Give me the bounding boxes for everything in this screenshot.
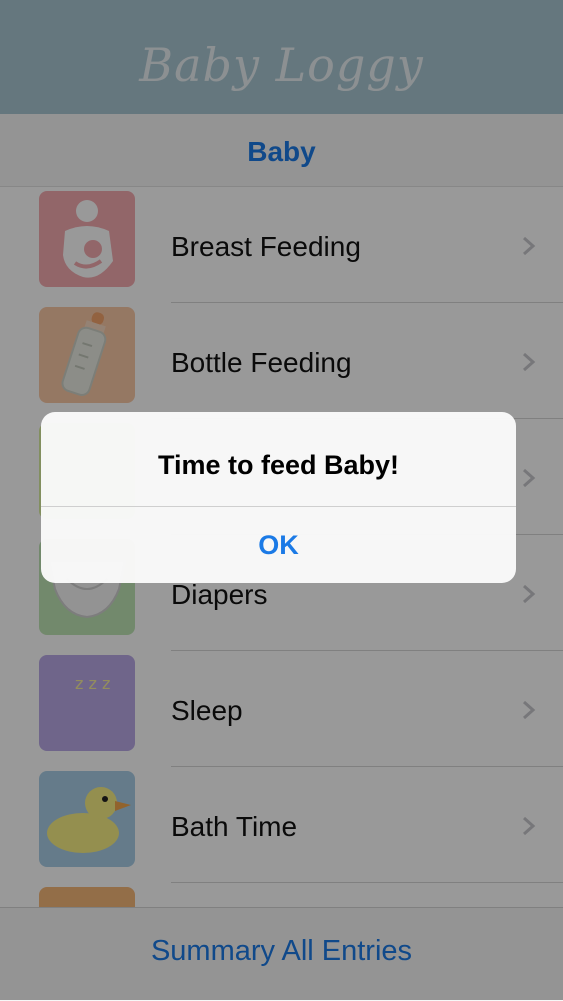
alert-ok-button[interactable]: OK: [41, 507, 516, 583]
alert-dialog: Time to feed Baby! OK: [41, 412, 516, 583]
alert-title: Time to feed Baby!: [157, 450, 400, 480]
